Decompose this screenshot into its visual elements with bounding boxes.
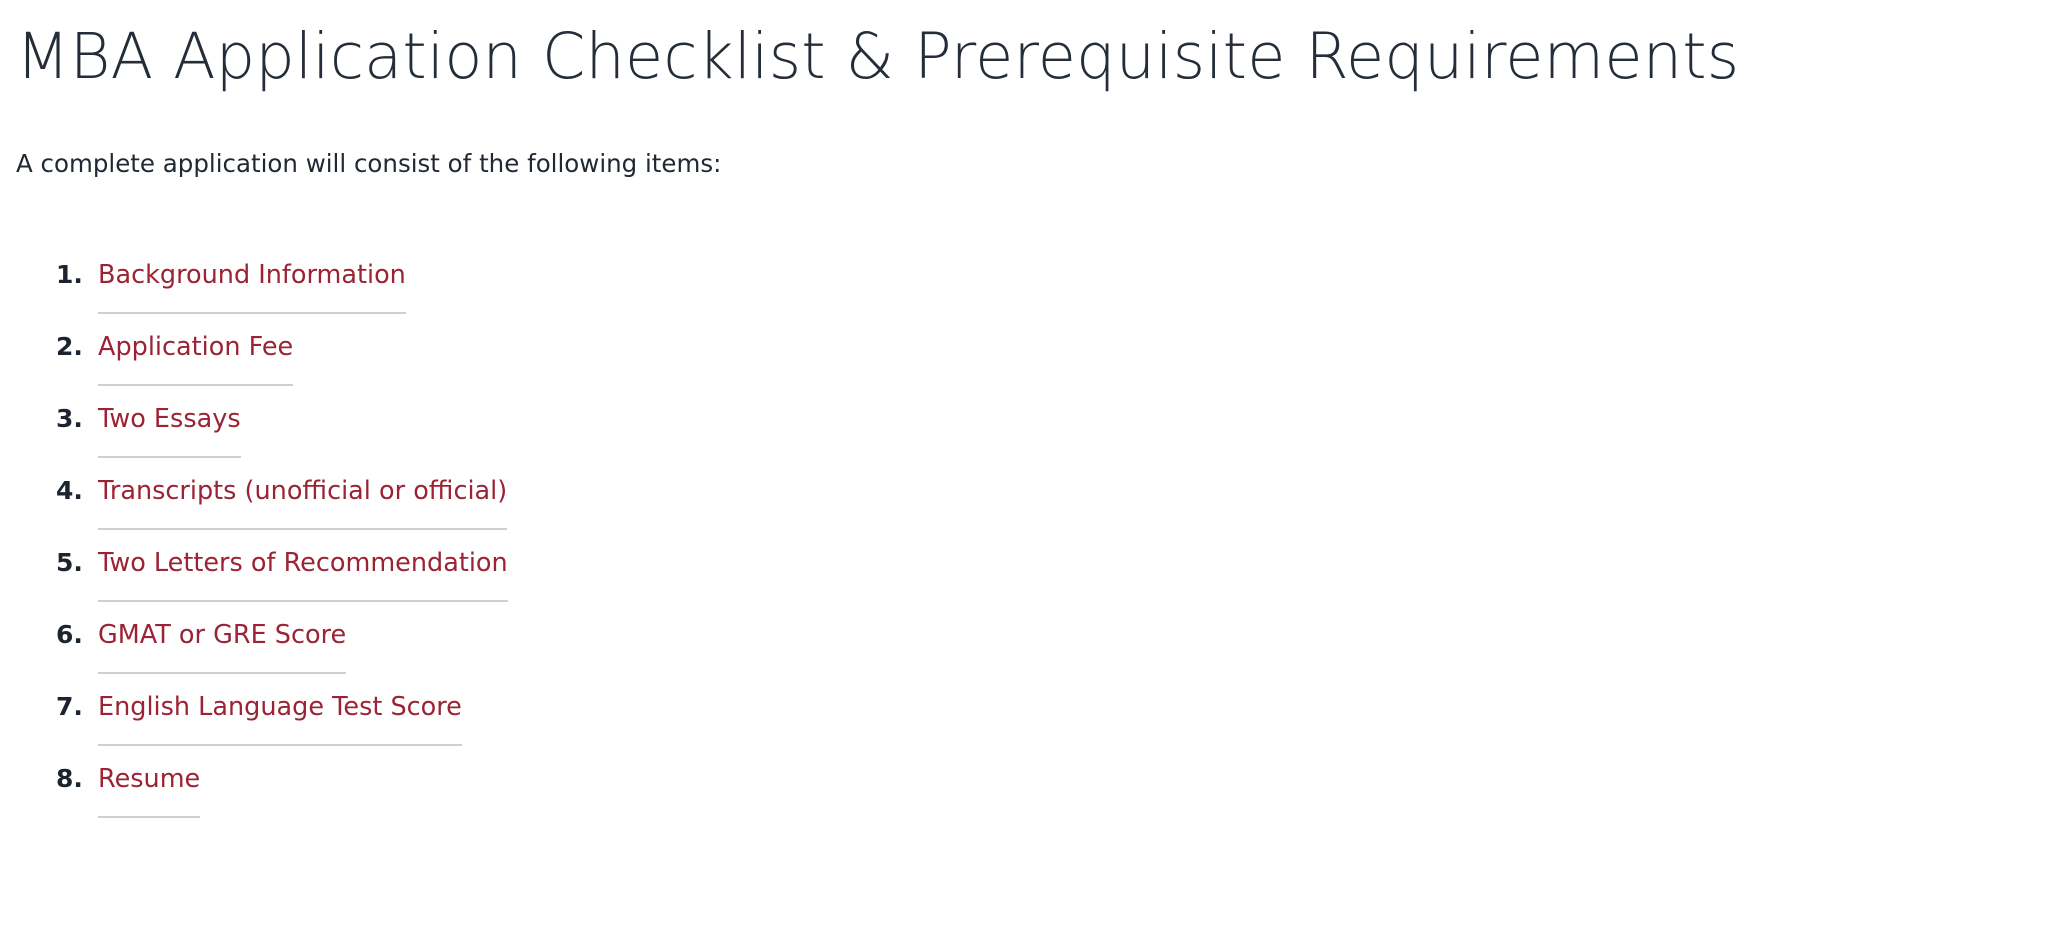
checklist-link-two-essays[interactable]: Two Essays [98, 383, 241, 459]
checklist-link-transcripts[interactable]: Transcripts (unofficial or official) [98, 455, 508, 531]
page-root: MBA Application Checklist & Prerequisite… [0, 0, 2046, 926]
list-item: 6. GMAT or GRE Score [16, 599, 2046, 675]
checklist-link-resume[interactable]: Resume [98, 743, 201, 819]
checklist-link-application-fee[interactable]: Application Fee [98, 311, 294, 387]
list-item: 2. Application Fee [16, 311, 2046, 387]
checklist-link-english-language-test-score[interactable]: English Language Test Score [98, 671, 462, 747]
list-item-number: 7. [56, 692, 83, 722]
list-item: 3. Two Essays [16, 383, 2046, 459]
list-item: 4. Transcripts (unofficial or official) [16, 455, 2046, 531]
page-title: MBA Application Checklist & Prerequisite… [16, 20, 1740, 93]
list-item-number: 5. [56, 548, 83, 578]
list-item-number: 3. [56, 404, 83, 434]
intro-paragraph: A complete application will consist of t… [16, 149, 722, 179]
list-item: 5. Two Letters of Recommendation [16, 527, 2046, 603]
list-item-number: 6. [56, 620, 83, 650]
list-item-number: 1. [56, 260, 83, 290]
checklist-link-letters-of-recommendation[interactable]: Two Letters of Recommendation [98, 527, 508, 603]
list-item: 8. Resume [16, 743, 2046, 819]
checklist-link-background-information[interactable]: Background Information [98, 239, 406, 315]
list-item: 7. English Language Test Score [16, 671, 2046, 747]
list-item-number: 4. [56, 476, 83, 506]
list-item-number: 8. [56, 764, 83, 794]
list-item: 1. Background Information [16, 239, 2046, 315]
application-checklist: 1. Background Information 2. Application… [16, 239, 2046, 819]
checklist-link-gmat-or-gre-score[interactable]: GMAT or GRE Score [98, 599, 347, 675]
list-item-number: 2. [56, 332, 83, 362]
content-container: MBA Application Checklist & Prerequisite… [0, 20, 2046, 819]
